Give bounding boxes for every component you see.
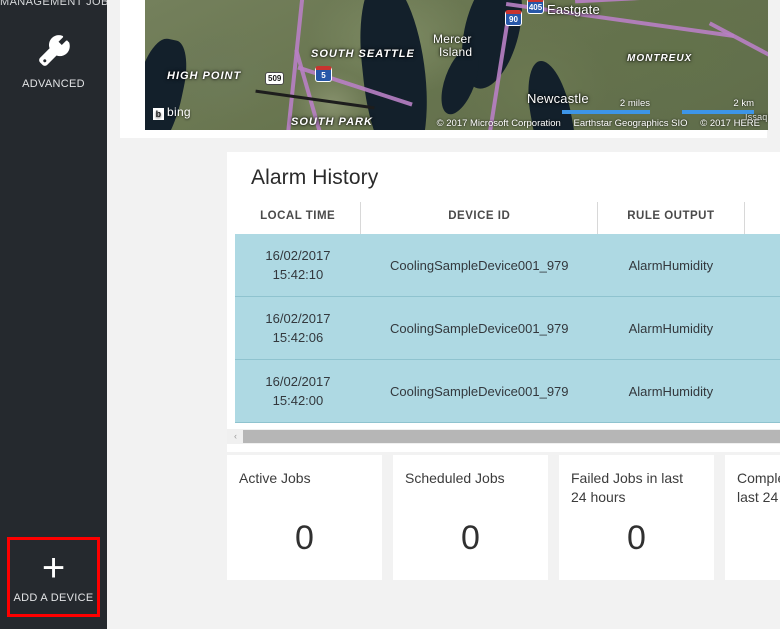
job-stats-row: Active Jobs 0 Scheduled Jobs 0 Failed Jo… [227,455,780,580]
bing-logo-text: bing [167,105,191,119]
stat-card-active-jobs[interactable]: Active Jobs 0 [227,455,382,580]
bing-mark-icon: b [153,108,164,120]
sidebar-top-label: MANAGEMENT JOBS [0,0,107,8]
scroll-left-arrow-icon[interactable]: ‹ [228,429,243,444]
map-attribution-imagery: Earthstar Geographics SIO [573,118,688,129]
map-label-island: Island [439,45,473,59]
map-label-mercer: Mercer [433,32,472,46]
map-scale-miles-bar [562,110,650,114]
stat-label: Completed Jobs in last 24 hours [737,470,780,505]
stat-card-failed-jobs[interactable]: Failed Jobs in last 24 hours 0 [559,455,714,580]
left-sidebar: MANAGEMENT JOBS ADVANCED + ADD A DEVICE [0,0,107,629]
table-row[interactable]: 16/02/2017 15:42:00 CoolingSampleDevice0… [235,359,780,423]
cell-device-id: CoolingSampleDevice001_979 [360,359,598,423]
stat-value: 0 [295,519,314,557]
cell-date: 16/02/2017 [265,248,331,263]
route-shield-i5-icon: 5 [315,66,332,82]
map-attribution-here: © 2017 HERE [700,118,760,129]
cell-value: 48.86 [744,359,780,423]
add-a-device-button[interactable]: + ADD A DEVICE [7,537,100,617]
cell-time: 15:42:10 [272,267,324,282]
horizontal-scroll-thumb[interactable] [243,430,780,443]
stat-value: 0 [627,519,646,557]
alarm-history-table: LOCAL TIME DEVICE ID RULE OUTPUT VALUE 1… [235,202,780,423]
route-shield-i405-icon: 405 [527,0,544,14]
main-content: SOUTH SEATTLE HIGH POINT SOUTH PARK Merc… [107,0,780,629]
map-scale-miles: 2 miles [562,98,650,114]
cell-local-time: 16/02/2017 15:42:10 [235,234,361,297]
plus-icon: + [41,546,66,590]
cell-time: 15:42:06 [272,330,324,345]
cell-local-time: 16/02/2017 15:42:00 [235,359,361,423]
map-scale-km-bar [682,110,754,114]
bing-map[interactable]: SOUTH SEATTLE HIGH POINT SOUTH PARK Merc… [145,0,768,130]
table-row[interactable]: 16/02/2017 15:42:06 CoolingSampleDevice0… [235,296,780,360]
map-scale-km: 2 km [682,98,754,114]
cell-local-time: 16/02/2017 15:42:06 [235,296,361,360]
table-header-row: LOCAL TIME DEVICE ID RULE OUTPUT VALUE [235,202,780,234]
wrench-icon [0,34,107,74]
device-map-card: SOUTH SEATTLE HIGH POINT SOUTH PARK Merc… [120,0,768,138]
map-label-south-park: SOUTH PARK [291,116,373,128]
map-label-high-point: HIGH POINT [167,70,242,82]
cell-date: 16/02/2017 [265,311,331,326]
cell-rule-output: AlarmHumidity [597,296,745,360]
add-a-device-label: ADD A DEVICE [13,592,94,604]
table-row[interactable]: 16/02/2017 15:42:10 CoolingSampleDevice0… [235,234,780,297]
cell-date: 16/02/2017 [265,374,331,389]
stat-card-scheduled-jobs[interactable]: Scheduled Jobs 0 [393,455,548,580]
column-header-local-time[interactable]: LOCAL TIME [235,202,362,234]
table-horizontal-scrollbar[interactable]: ‹ › [227,429,780,444]
alarm-history-table-wrapper[interactable]: LOCAL TIME DEVICE ID RULE OUTPUT VALUE 1… [235,202,780,434]
cell-time: 15:42:00 [272,393,324,408]
map-label-eastgate: Eastgate [547,2,600,17]
map-scale-miles-label: 2 miles [619,98,650,109]
map-label-south-seattle: SOUTH SEATTLE [311,48,415,60]
stat-label: Scheduled Jobs [405,470,505,486]
stat-value: 0 [461,519,480,557]
sidebar-item-advanced-label: ADVANCED [22,78,85,90]
bing-logo[interactable]: b bing [153,105,191,120]
stat-value: 4 [725,519,780,558]
column-header-device-id[interactable]: DEVICE ID [360,202,599,234]
stat-label: Failed Jobs in last 24 hours [571,470,684,505]
stat-label: Active Jobs [239,470,311,486]
map-attribution-copyright: © 2017 Microsoft Corporation [436,118,561,129]
stat-card-completed-jobs[interactable]: Completed Jobs in last 24 hours 4 [725,455,780,580]
cell-value: 49.25 [744,234,780,297]
cell-device-id: CoolingSampleDevice001_979 [360,234,598,297]
map-attribution: © 2017 Microsoft Corporation Earthstar G… [427,118,760,129]
cell-rule-output: AlarmHumidity [597,234,745,297]
column-header-rule-output[interactable]: RULE OUTPUT [597,202,745,234]
map-scale-km-label: 2 km [733,98,754,109]
cell-device-id: CoolingSampleDevice001_979 [360,296,598,360]
route-shield-509-icon: 509 [265,72,285,85]
sidebar-item-advanced[interactable]: ADVANCED [0,34,107,90]
map-label-montreux: MONTREUX [627,53,693,64]
alarm-history-title: Alarm History [251,166,379,189]
cell-value: 49.25 [744,296,780,360]
alarm-history-card: Alarm History LOCAL TIME DEVICE ID RULE … [227,152,780,452]
route-shield-i90-icon: 90 [505,10,522,26]
column-header-value[interactable]: VALUE [744,202,780,234]
cell-rule-output: AlarmHumidity [597,359,745,423]
